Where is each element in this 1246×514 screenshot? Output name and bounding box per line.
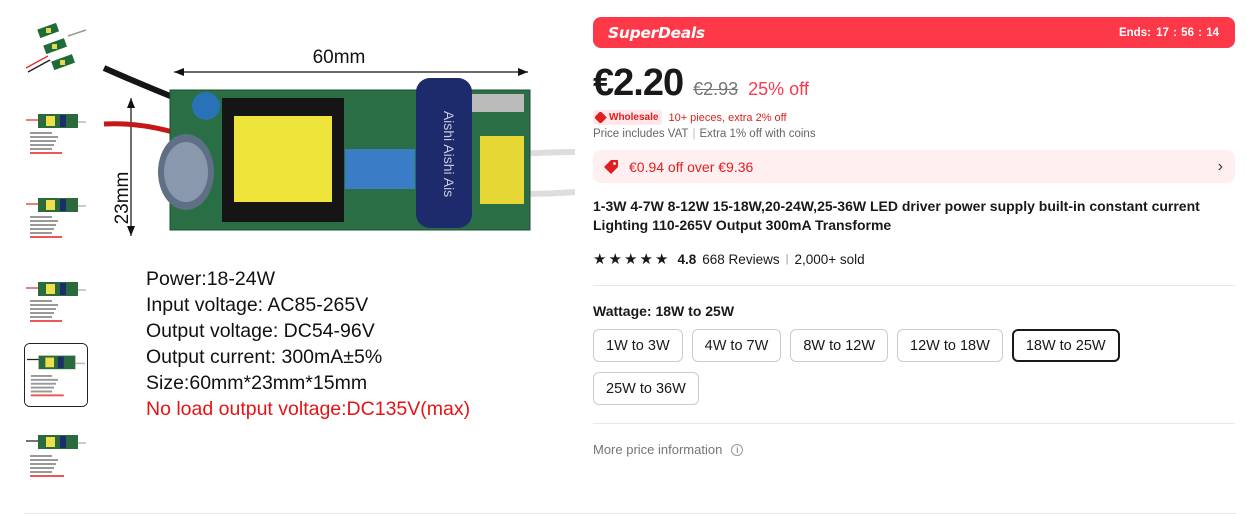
countdown-minutes: 56 — [1181, 26, 1194, 39]
current-price: €2.20 — [593, 62, 684, 104]
wholesale-badge: Wholesale — [593, 110, 663, 125]
star-icon: ★ — [624, 250, 638, 268]
countdown-seconds: 14 — [1206, 26, 1219, 39]
chevron-right-icon: › — [1217, 157, 1223, 175]
wattage-option[interactable]: 4W to 7W — [691, 329, 782, 362]
thumbnail[interactable] — [24, 427, 88, 491]
wattage-option[interactable]: 8W to 12W — [790, 329, 889, 362]
tag-icon — [604, 159, 618, 174]
rating-stars[interactable]: ★ ★ ★ ★ ★ — [593, 252, 671, 267]
wattage-option[interactable]: 12W to 18W — [897, 329, 1003, 362]
product-page: 60mm 23mm Aishi Aishi Ais Power:18-24W I… — [0, 0, 1246, 514]
coins-text: Extra 1% off with coins — [699, 128, 816, 140]
dimension-width-label: 60mm — [313, 47, 366, 68]
thumbnail-selected[interactable] — [24, 343, 88, 407]
product-info-panel: SuperDeals Ends: 17 : 56 : 14 €2.20 €2.9… — [593, 17, 1235, 457]
deal-countdown: Ends: 17 : 56 : 14 — [1118, 26, 1219, 39]
divider-pipe: | — [785, 253, 789, 265]
star-icon: ★ — [639, 250, 653, 268]
product-title: 1-3W 4-7W 8-12W 15-18W,20-24W,25-36W LED… — [593, 198, 1200, 233]
superdeals-brand: SuperDeals — [608, 23, 705, 42]
reviews-link[interactable]: 668 Reviews — [702, 252, 779, 267]
original-price: €2.93 — [693, 79, 739, 99]
divider — [593, 423, 1235, 424]
star-icon: ★ — [655, 250, 669, 268]
wattage-label: Wattage: 18W to 25W — [593, 303, 735, 319]
thumbnail[interactable] — [24, 16, 88, 80]
rating-row: ★ ★ ★ ★ ★ 4.8 668 Reviews | 2,000+ sold — [593, 250, 1235, 268]
star-icon: ★ — [608, 250, 622, 268]
superdeals-banner[interactable]: SuperDeals Ends: 17 : 56 : 14 — [593, 17, 1235, 48]
thumbnail[interactable] — [24, 100, 88, 164]
divider-pipe: | — [692, 128, 696, 140]
price-row: €2.20 €2.93 25% off — [593, 62, 1235, 104]
thumbnail[interactable] — [24, 268, 88, 332]
spec-no-load-voltage: No load output voltage:DC135V(max) — [146, 398, 471, 420]
wholesale-text: 10+ pieces, extra 2% off — [668, 111, 787, 124]
wattage-option[interactable]: 25W to 36W — [593, 372, 699, 405]
more-price-info[interactable]: More price information i — [593, 442, 1235, 457]
svg-text:Aishi Aishi Ais: Aishi Aishi Ais — [441, 111, 457, 197]
wattage-options: 1W to 3W 4W to 7W 8W to 12W 12W to 18W 1… — [593, 329, 1193, 415]
star-icon: ★ — [593, 250, 607, 268]
sold-count: 2,000+ sold — [794, 251, 865, 267]
spec-size: Size:60mm*23mm*15mm — [146, 372, 368, 394]
dimension-height-label: 23mm — [112, 172, 133, 225]
info-icon[interactable]: i — [731, 443, 744, 456]
coupon-text: €0.94 off over €9.36 — [629, 158, 754, 175]
coupon-bar[interactable]: €0.94 off over €9.36 › — [593, 150, 1235, 183]
thumbnail[interactable] — [24, 184, 88, 248]
discount-percent: 25% off — [748, 79, 809, 99]
wattage-option[interactable]: 1W to 3W — [593, 329, 683, 362]
more-price-info-label: More price information — [593, 442, 723, 457]
divider — [593, 285, 1235, 286]
ends-label: Ends: — [1118, 26, 1151, 39]
wholesale-badge-label: Wholesale — [609, 112, 659, 123]
wholesale-row: Wholesale 10+ pieces, extra 2% off — [593, 110, 1235, 125]
tag-icon — [594, 111, 607, 124]
vat-row: Price includes VAT | Extra 1% off with coi… — [593, 128, 1235, 140]
spec-power: Power:18-24W — [146, 268, 275, 290]
spec-output-current: Output current: 300mA±5% — [146, 346, 383, 368]
rating-value: 4.8 — [677, 251, 697, 267]
vat-text: Price includes VAT — [593, 128, 689, 140]
spec-list: Power:18-24W Input voltage: AC85-265V Ou… — [146, 266, 470, 422]
spec-output-voltage: Output voltage: DC54-96V — [146, 320, 375, 342]
countdown-hours: 17 — [1156, 26, 1169, 39]
wattage-option-selected[interactable]: 18W to 25W — [1011, 329, 1120, 362]
spec-input-voltage: Input voltage: AC85-265V — [146, 294, 369, 316]
